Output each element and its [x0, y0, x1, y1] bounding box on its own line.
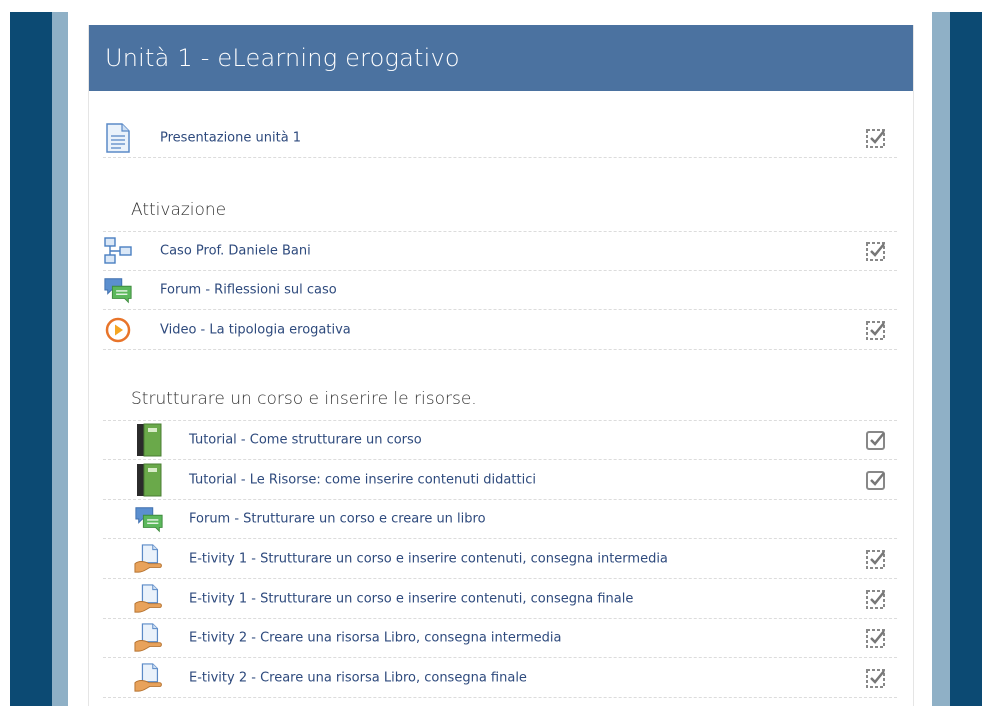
forum-icon	[103, 275, 133, 305]
book-icon	[134, 423, 164, 457]
activity-row-etivity-2-finale: E-tivity 2 - Creare una risorsa Libro, c…	[103, 659, 897, 698]
right-border-light	[932, 12, 950, 706]
unit-header: Unità 1 - eLearning erogativo	[89, 25, 913, 91]
right-border-dark	[950, 12, 982, 706]
unit-panel: Unità 1 - eLearning erogativo Presentazi…	[88, 25, 914, 706]
hierarchy-icon	[103, 236, 133, 266]
activity-row-etivity-2-intermedia: E-tivity 2 - Creare una risorsa Libro, c…	[103, 619, 897, 658]
activity-link[interactable]: Tutorial - Le Risorse: come inserire con…	[189, 473, 536, 488]
completion-auto-checkbox-icon[interactable]	[865, 627, 887, 649]
section-title-attivazione: Attivazione	[131, 200, 227, 220]
page-icon	[103, 123, 133, 153]
activity-link[interactable]: Forum - Strutturare un corso e creare un…	[189, 512, 486, 527]
left-border-dark	[10, 12, 52, 706]
activity-row-forum-strutturare: Forum - Strutturare un corso e creare un…	[103, 500, 897, 539]
activity-row-video: Video - La tipologia erogativa	[103, 311, 897, 350]
forum-icon	[134, 504, 164, 534]
activity-row-forum-riflessioni: Forum - Riflessioni sul caso	[103, 271, 897, 310]
completion-auto-checkbox-icon[interactable]	[865, 667, 887, 689]
activity-link[interactable]: E-tivity 1 - Strutturare un corso e inse…	[189, 552, 668, 567]
completion-auto-checkbox-icon[interactable]	[865, 319, 887, 341]
assignment-icon	[134, 623, 164, 653]
activity-row-etivity-1-intermedia: E-tivity 1 - Strutturare un corso e inse…	[103, 540, 897, 579]
completion-manual-checkbox-icon[interactable]	[865, 429, 887, 451]
completion-auto-checkbox-icon[interactable]	[865, 240, 887, 262]
completion-auto-checkbox-icon[interactable]	[865, 127, 887, 149]
video-icon	[103, 315, 133, 345]
activity-link[interactable]: E-tivity 2 - Creare una risorsa Libro, c…	[189, 671, 527, 686]
activity-link[interactable]: Tutorial - Come strutturare un corso	[189, 433, 422, 448]
activity-link[interactable]: Forum - Riflessioni sul caso	[160, 283, 337, 298]
activity-row-tutorial-2: Tutorial - Le Risorse: come inserire con…	[103, 461, 897, 500]
completion-auto-checkbox-icon[interactable]	[865, 548, 887, 570]
activity-link[interactable]: Video - La tipologia erogativa	[160, 323, 351, 338]
book-icon	[134, 463, 164, 497]
activity-row-etivity-1-finale: E-tivity 1 - Strutturare un corso e inse…	[103, 580, 897, 619]
assignment-icon	[134, 544, 164, 574]
activity-link[interactable]: E-tivity 2 - Creare una risorsa Libro, c…	[189, 631, 561, 646]
assignment-icon	[134, 584, 164, 614]
activity-row-caso: Caso Prof. Daniele Bani	[103, 232, 897, 271]
completion-auto-checkbox-icon[interactable]	[865, 588, 887, 610]
left-border-light	[52, 12, 68, 706]
unit-title: Unità 1 - eLearning erogativo	[105, 44, 460, 72]
section-title-strutturare: Strutturare un corso e inserire le risor…	[131, 389, 477, 409]
activity-link[interactable]: Presentazione unità 1	[160, 131, 301, 146]
activity-row-tutorial-1: Tutorial - Come strutturare un corso	[103, 421, 897, 460]
activity-link[interactable]: E-tivity 1 - Strutturare un corso e inse…	[189, 592, 633, 607]
activity-row-presentazione: Presentazione unità 1	[103, 119, 897, 158]
activity-link[interactable]: Caso Prof. Daniele Bani	[160, 244, 311, 259]
completion-manual-checkbox-icon[interactable]	[865, 469, 887, 491]
assignment-icon	[134, 663, 164, 693]
